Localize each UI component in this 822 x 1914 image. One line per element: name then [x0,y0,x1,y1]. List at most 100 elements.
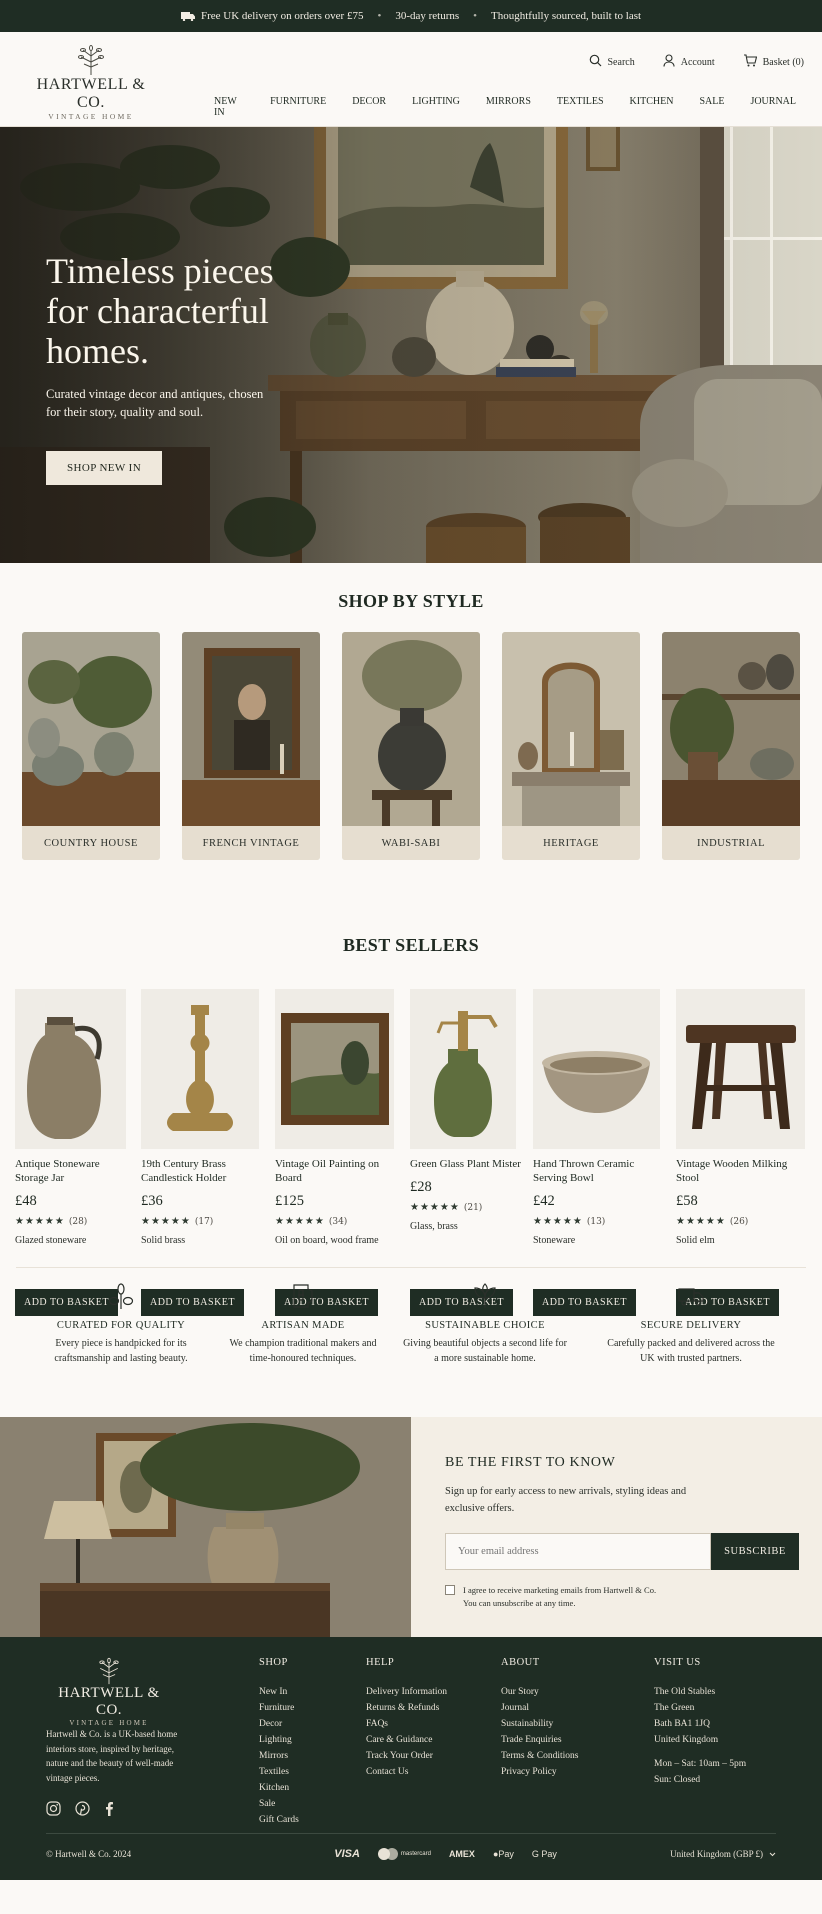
footer-link[interactable]: Contact Us [366,1764,447,1780]
footer-link[interactable]: Journal [501,1700,578,1716]
product-card[interactable]: Vintage Oil Painting on Board £125 ★★★★★… [275,989,394,1246]
site-header: HARTWELL & CO. VINTAGE HOME Search Accou… [0,32,822,127]
style-label: HERITAGE [502,826,640,860]
style-card-french-vintage[interactable]: FRENCH VINTAGE [182,632,320,860]
consent-checkbox[interactable] [445,1585,455,1595]
style-card-heritage[interactable]: HERITAGE [502,632,640,860]
footer-link[interactable]: Mirrors [259,1748,299,1764]
footer-help-column: HELP Delivery Information Returns & Refu… [366,1657,447,1780]
nav-decor[interactable]: DECOR [352,96,386,118]
product-material: Glazed stoneware [15,1235,87,1246]
product-name[interactable]: 19th Century Brass Candlestick Holder [141,1157,259,1185]
rating-stars: ★★★★★ [275,1216,325,1227]
site-footer: HARTWELL & CO. VINTAGE HOME Hartwell & C… [0,1637,822,1880]
copyright: © Hartwell & Co. 2024 [46,1849,132,1859]
site-logo[interactable]: HARTWELL & CO. VINTAGE HOME [24,44,158,121]
address-line: Bath BA1 1JQ [654,1719,710,1729]
footer-column-title: SHOP [259,1657,288,1668]
flower-icon [107,1282,135,1310]
footer-link[interactable]: Trade Enquiries [501,1732,578,1748]
footer-visit-column: VISIT US The Old Stables The Green Bath … [654,1657,746,1788]
footer-link[interactable]: FAQs [366,1716,447,1732]
chevron-down-icon [769,1849,776,1859]
style-cards: COUNTRY HOUSE FRENCH VINTAGE WABI-SABI H… [22,632,822,860]
footer-link[interactable]: Gift Cards [259,1812,299,1828]
product-card[interactable]: Vintage Wooden Milking Stool £58 ★★★★★ (2… [676,989,805,1246]
google-pay-icon: G Pay [531,1849,557,1859]
social-links [46,1801,114,1821]
nav-textiles[interactable]: TEXTILES [557,96,604,118]
facebook-icon[interactable] [104,1801,114,1821]
product-name[interactable]: Antique Stoneware Storage Jar [15,1157,133,1185]
style-card-wabi-sabi[interactable]: WABI-SABI [342,632,480,860]
product-rating: ★★★★★ (13) [533,1216,660,1227]
footer-link[interactable]: Returns & Refunds [366,1700,447,1716]
nav-furniture[interactable]: FURNITURE [270,96,326,118]
opening-hours: Sun: Closed [654,1775,701,1785]
footer-link[interactable]: Terms & Conditions [501,1748,578,1764]
product-image[interactable] [410,989,516,1149]
hero-subtitle: Curated vintage decor and antiques, chos… [46,387,264,419]
address-line: The Old Stables [654,1687,716,1697]
footer-link[interactable]: Furniture [259,1700,299,1716]
footer-link[interactable]: Track Your Order [366,1748,447,1764]
footer-logo[interactable]: HARTWELL & CO. VINTAGE HOME [46,1657,172,1727]
product-card[interactable]: Hand Thrown Ceramic Serving Bowl £42 ★★★… [533,989,660,1246]
instagram-icon[interactable] [46,1801,61,1821]
region-selector[interactable]: United Kingdom (GBP £) [670,1849,776,1859]
nav-kitchen[interactable]: KITCHEN [630,96,674,118]
footer-link[interactable]: Our Story [501,1684,578,1700]
nav-sale[interactable]: SALE [699,96,724,118]
rating-stars: ★★★★★ [141,1216,191,1227]
footer-link[interactable]: Sustainability [501,1716,578,1732]
product-card[interactable]: 19th Century Brass Candlestick Holder £3… [141,989,259,1246]
account-button[interactable]: Account [663,54,715,70]
product-rating: ★★★★★ (21) [410,1202,528,1213]
nav-lighting[interactable]: LIGHTING [412,96,460,118]
email-field[interactable] [445,1533,711,1570]
product-image[interactable] [141,989,259,1149]
product-name[interactable]: Vintage Wooden Milking Stool [676,1157,794,1185]
product-image[interactable] [533,989,660,1149]
style-card-country-house[interactable]: COUNTRY HOUSE [22,632,160,860]
footer-link[interactable]: Decor [259,1716,299,1732]
style-card-industrial[interactable]: INDUSTRIAL [662,632,800,860]
footer-logo-name: HARTWELL & CO. [58,1685,160,1718]
product-image[interactable] [275,989,394,1149]
footer-link[interactable]: Sale [259,1796,299,1812]
product-material: Glass, brass [410,1221,458,1232]
footer-link[interactable]: New In [259,1684,299,1700]
product-image[interactable] [676,989,805,1149]
truck-icon [180,11,195,21]
feature-delivery: SECURE DELIVERY Carefully packed and del… [606,1282,776,1366]
nav-journal[interactable]: JOURNAL [750,96,796,118]
footer-link[interactable]: Privacy Policy [501,1764,578,1780]
nav-mirrors[interactable]: MIRRORS [486,96,531,118]
product-name[interactable]: Green Glass Plant Mister [410,1157,528,1171]
product-name[interactable]: Hand Thrown Ceramic Serving Bowl [533,1157,651,1185]
section-title: BEST SELLERS [342,935,480,955]
footer-link[interactable]: Lighting [259,1732,299,1748]
best-sellers-section: BEST SELLERS Antique Stoneware Storage J… [0,907,822,1316]
nav-new-in[interactable]: NEW IN [214,96,244,118]
footer-link[interactable]: Textiles [259,1764,299,1780]
sourcing-notice: Thoughtfully sourced, built to last [491,10,642,22]
footer-link[interactable]: Delivery Information [366,1684,447,1700]
payment-methods: VISA mastercard AMEX ●Pay G Pay [334,1848,557,1860]
product-card[interactable]: Antique Stoneware Storage Jar £48 ★★★★★(… [15,989,133,1246]
subscribe-button[interactable]: SUBSCRIBE [711,1533,799,1570]
product-image[interactable] [15,989,126,1149]
pinterest-icon[interactable] [75,1801,90,1821]
product-name[interactable]: Vintage Oil Painting on Board [275,1157,393,1185]
search-button[interactable]: Search [589,54,635,70]
basket-button[interactable]: Basket (0) [743,54,804,70]
product-material: Solid brass [141,1235,186,1246]
review-count: (26) [729,1216,749,1227]
footer-logo-tagline: VINTAGE HOME [69,1719,149,1727]
rating-stars: ★★★★★ [676,1216,726,1227]
feature-text: Giving beautiful objects a second life f… [403,1338,567,1364]
footer-link[interactable]: Care & Guidance [366,1732,447,1748]
footer-link[interactable]: Kitchen [259,1780,299,1796]
shop-new-in-button[interactable]: SHOP NEW IN [46,451,163,485]
product-card[interactable]: Green Glass Plant Mister £28 ★★★★★ (21) G… [410,989,528,1232]
